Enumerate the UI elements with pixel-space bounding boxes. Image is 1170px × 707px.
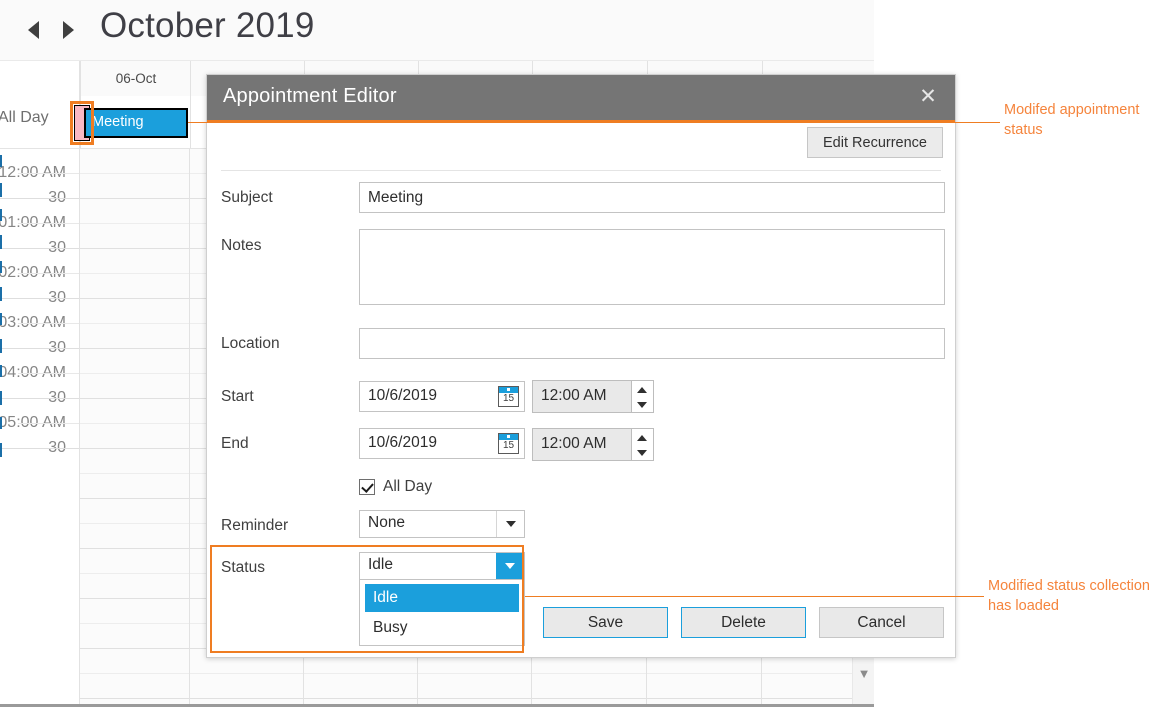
scheduler-header: October 2019: [0, 0, 874, 61]
reminder-label: Reminder: [221, 517, 289, 534]
end-date-picker[interactable]: 10/6/2019 15: [359, 428, 525, 459]
time-ruler-corner: [0, 61, 80, 96]
start-label: Start: [221, 388, 254, 405]
edge-marker: [0, 443, 2, 457]
end-date-value: 10/6/2019: [368, 434, 437, 451]
all-day-label: All Day: [0, 109, 49, 126]
status-option-busy[interactable]: Busy: [365, 614, 519, 642]
edge-marker: [0, 209, 2, 221]
end-time-input[interactable]: 12:00 AM: [532, 428, 632, 461]
end-time-up-icon[interactable]: [632, 430, 652, 445]
save-button[interactable]: Save: [543, 607, 668, 638]
edge-marker: [0, 365, 2, 377]
day-column-header-0[interactable]: 06-Oct: [80, 61, 191, 96]
subject-label: Subject: [221, 189, 273, 206]
start-time-down-icon[interactable]: [632, 397, 652, 412]
chevron-down-icon[interactable]: [496, 511, 524, 537]
page-title: October 2019: [100, 6, 315, 45]
edge-marker: [0, 417, 2, 429]
notes-label: Notes: [221, 237, 262, 254]
edge-marker: [0, 391, 2, 405]
calendar-icon[interactable]: 15: [498, 433, 519, 454]
notes-input[interactable]: [359, 229, 945, 305]
subject-input[interactable]: [359, 182, 945, 213]
chevron-down-icon[interactable]: [496, 553, 524, 579]
location-label: Location: [221, 335, 280, 352]
reminder-value: None: [368, 514, 406, 531]
triangle-left-icon: [27, 21, 39, 39]
time-ruler: 12:00 AM 30 01:00 AM 30 02:00 AM 30 03:0…: [0, 149, 80, 707]
edge-marker: [0, 155, 2, 167]
appointment-meeting[interactable]: Meeting: [84, 108, 188, 138]
dialog-title-bar: Appointment Editor ✕: [207, 75, 955, 122]
edge-marker: [0, 183, 2, 197]
previous-month-button[interactable]: [20, 17, 46, 43]
edge-marker: [0, 235, 2, 249]
status-dropdown-list[interactable]: Idle Busy: [359, 580, 525, 646]
annotation-modified-status-collection: Modified status collection has loaded: [988, 578, 1150, 614]
end-time-value: 12:00 AM: [541, 435, 607, 452]
status-option-idle[interactable]: Idle: [365, 584, 519, 612]
start-time-input[interactable]: 12:00 AM: [532, 380, 632, 413]
annotation-modified-appointment-status: Modifed appointment status: [1004, 102, 1140, 138]
location-input[interactable]: [359, 328, 945, 359]
delete-button[interactable]: Delete: [681, 607, 806, 638]
start-time-stepper[interactable]: [632, 380, 654, 413]
end-time-down-icon[interactable]: [632, 445, 652, 460]
all-day-checkbox-label: All Day: [383, 478, 433, 495]
dialog-title: Appointment Editor: [223, 85, 397, 107]
status-label: Status: [221, 559, 265, 576]
appointment-editor-dialog: Appointment Editor ✕ Edit Recurrence Sub…: [206, 74, 956, 658]
status-value: Idle: [368, 556, 393, 573]
end-time-stepper[interactable]: [632, 428, 654, 461]
edge-marker: [0, 287, 2, 301]
close-icon[interactable]: ✕: [915, 85, 941, 111]
edge-marker: [0, 313, 2, 325]
calendar-icon-day: 15: [502, 440, 515, 451]
start-time-value: 12:00 AM: [541, 387, 607, 404]
start-date-picker[interactable]: 10/6/2019 15: [359, 381, 525, 412]
edge-marker: [0, 261, 2, 273]
start-time-up-icon[interactable]: [632, 382, 652, 397]
edit-recurrence-button[interactable]: Edit Recurrence: [807, 127, 943, 158]
triangle-right-icon: [62, 21, 74, 39]
calendar-icon-day: 15: [502, 393, 515, 404]
edge-marker: [0, 339, 2, 353]
annotation-leader-line-2: [520, 596, 984, 597]
status-combobox[interactable]: Idle: [359, 552, 525, 580]
cancel-button[interactable]: Cancel: [819, 607, 944, 638]
reminder-combobox[interactable]: None: [359, 510, 525, 538]
end-label: End: [221, 435, 249, 452]
annotation-leader-line-1: [188, 122, 1000, 123]
chevron-down-icon[interactable]: ▼: [853, 658, 874, 688]
all-day-checkbox-row[interactable]: All Day: [359, 478, 432, 496]
start-date-value: 10/6/2019: [368, 387, 437, 404]
next-month-button[interactable]: [55, 17, 81, 43]
dialog-divider: [221, 170, 941, 171]
appointment-subject-label: Meeting: [92, 114, 144, 130]
all-day-checkbox[interactable]: [359, 479, 375, 495]
calendar-icon[interactable]: 15: [498, 386, 519, 407]
